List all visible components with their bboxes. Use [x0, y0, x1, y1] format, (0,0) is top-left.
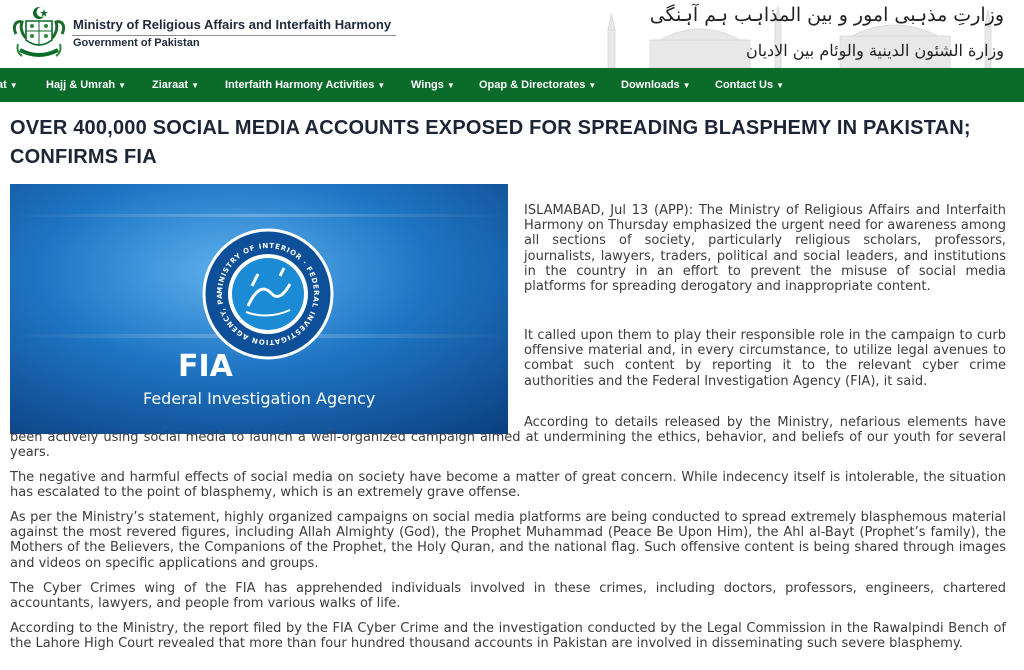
- government-name: Government of Pakistan: [73, 37, 200, 49]
- fia-acronym: FIA: [178, 349, 234, 384]
- chevron-down-icon: ▼: [191, 81, 199, 90]
- article-paragraph: It called upon them to play their respon…: [524, 328, 1006, 389]
- article-paragraph: ISLAMABAD, Jul 13 (APP): The Ministry of…: [524, 203, 1006, 295]
- arabic-ministry-title: وزارة الشئون الدينية والوئام بين الاديان: [745, 41, 1004, 60]
- chevron-down-icon: ▼: [682, 81, 691, 90]
- nav-item-label: at: [0, 79, 7, 91]
- main-nav-bar: at ▼ Hajj & Umrah ▼ Ziaraat ▼ Interfaith Ha…: [0, 68, 1024, 102]
- chevron-down-icon: ▼: [446, 81, 455, 90]
- ministry-name: Ministry of Religious Affairs and Interf…: [73, 17, 392, 32]
- nav-item-interfaith-harmony[interactable]: Interfaith Harmony Activities ▼: [225, 68, 385, 102]
- site-header: Ministry of Religious Affairs and Interf…: [0, 0, 1024, 68]
- fia-full-name: Federal Investigation Agency: [143, 389, 375, 408]
- article-paragraph: As per the Ministry’s statement, highly …: [10, 510, 1006, 571]
- nav-item-label: Downloads: [621, 79, 680, 91]
- chevron-down-icon: ▼: [588, 81, 597, 90]
- article-paragraph: The negative and harmful effects of soci…: [10, 470, 1006, 501]
- header-divider: [72, 35, 396, 36]
- chevron-down-icon: ▼: [776, 81, 784, 90]
- urdu-ministry-title: وزارتِ مذہبی امور و بین المذاہب ہم آہنگی: [649, 4, 1004, 26]
- nav-item-ziaraat[interactable]: Ziaraat ▼: [152, 68, 199, 102]
- nav-item-label: Wings: [411, 79, 444, 91]
- article-title: OVER 400,000 SOCIAL MEDIA ACCOUNTS EXPOS…: [10, 117, 971, 168]
- nav-item-label: Hajj & Umrah: [46, 79, 116, 91]
- nav-item-label: Opap & Directorates: [479, 79, 586, 91]
- nav-item-opap-directorates[interactable]: Opap & Directorates ▼: [479, 68, 596, 102]
- nav-item-partial[interactable]: at ▼: [0, 68, 18, 102]
- pakistan-state-emblem-icon[interactable]: [10, 4, 68, 64]
- article-paragraph: According to details released by the Min…: [10, 415, 1006, 461]
- nav-item-label: Ziaraat: [152, 79, 189, 91]
- article-paragraph: According to the Ministry, the report fi…: [10, 621, 1006, 652]
- chevron-down-icon: ▼: [118, 81, 126, 90]
- chevron-down-icon: ▼: [9, 81, 18, 90]
- fia-hero-image: MINISTRY OF INTERIOR · FEDERAL INVESTIGA…: [10, 184, 508, 434]
- nav-item-downloads[interactable]: Downloads ▼: [621, 68, 691, 102]
- chevron-down-icon: ▼: [377, 81, 386, 90]
- nav-item-wings[interactable]: Wings ▼: [411, 68, 455, 102]
- nav-item-contact-us[interactable]: Contact Us ▼: [715, 68, 784, 102]
- nav-item-label: Interfaith Harmony Activities: [225, 79, 375, 91]
- nav-item-label: Contact Us: [715, 79, 774, 91]
- article-paragraph: The Cyber Crimes wing of the FIA has app…: [10, 581, 1006, 612]
- nav-item-hajj-umrah[interactable]: Hajj & Umrah ▼: [46, 68, 126, 102]
